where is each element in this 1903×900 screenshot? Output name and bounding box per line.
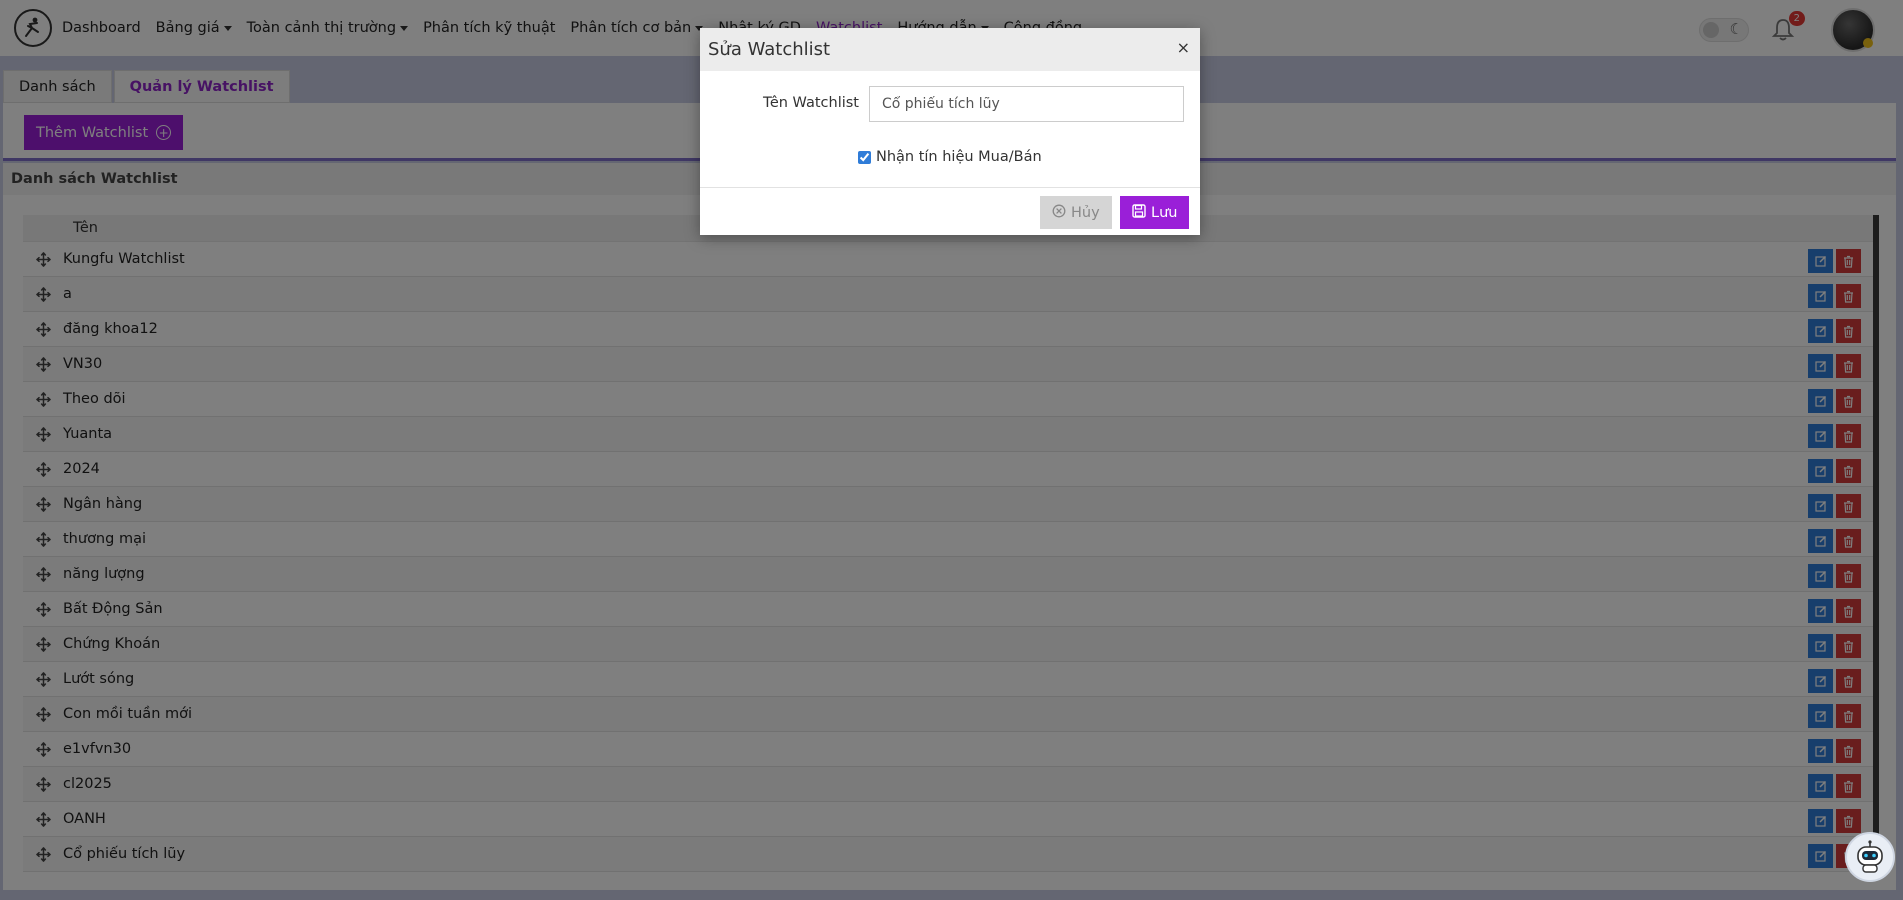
watchlist-name-label: Tên Watchlist — [763, 95, 859, 111]
modal-footer: Hủy Lưu — [700, 188, 1200, 234]
chatbot-robot-icon[interactable] — [1845, 832, 1895, 882]
signal-checkbox-label: Nhận tín hiệu Mua/Bán — [876, 149, 1042, 165]
modal-body: Tên Watchlist Nhận tín hiệu Mua/Bán — [700, 71, 1200, 188]
save-disk-icon — [1132, 203, 1146, 222]
close-icon[interactable]: × — [1177, 38, 1190, 57]
cancel-circle-icon — [1052, 204, 1066, 222]
save-label: Lưu — [1151, 204, 1178, 221]
cancel-button[interactable]: Hủy — [1040, 196, 1112, 229]
signal-checkbox[interactable] — [858, 150, 871, 164]
modal-header: Sửa Watchlist × — [700, 28, 1200, 71]
save-button[interactable]: Lưu — [1120, 196, 1190, 229]
watchlist-name-input[interactable] — [869, 86, 1184, 122]
edit-watchlist-modal: Sửa Watchlist × Tên Watchlist Nhận tín h… — [700, 28, 1200, 235]
cancel-label: Hủy — [1071, 204, 1100, 221]
modal-title: Sửa Watchlist — [708, 39, 831, 60]
signal-checkbox-row[interactable]: Nhận tín hiệu Mua/Bán — [858, 149, 1042, 165]
